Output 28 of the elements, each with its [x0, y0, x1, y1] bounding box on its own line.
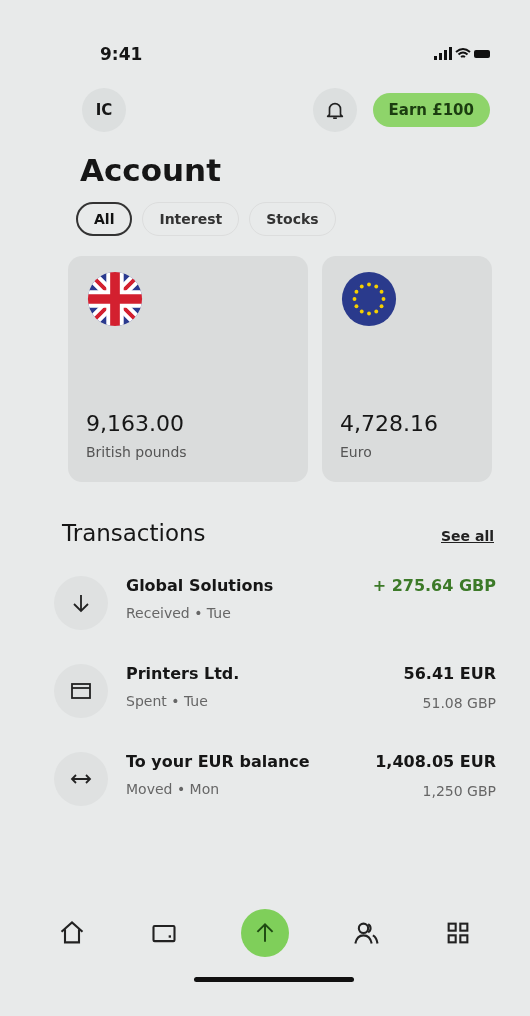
converted-amount: 1,250 GBP: [421, 783, 496, 799]
balance-card[interactable]: 9,163.00 British pounds: [68, 256, 308, 482]
flag-icon: [340, 270, 398, 328]
page-title: Account: [80, 152, 222, 188]
transaction-name: To your EUR balance: [126, 752, 311, 771]
transaction-amount: 1,408.05 EUR: [375, 752, 496, 771]
transaction-amount: + 275.64 GBP: [372, 576, 496, 595]
currency-name: Euro: [340, 444, 373, 460]
transaction-detail: Moved • Mon: [126, 781, 221, 797]
status-time: 9:41: [100, 44, 143, 64]
avatar-initials[interactable]: IC: [82, 88, 126, 132]
transaction-detail: Received • Tue: [126, 605, 232, 621]
notifications-button[interactable]: [312, 88, 357, 132]
converted-amount: 51.08 GBP: [421, 695, 496, 711]
balance-card[interactable]: 4,728.16 Euro: [322, 256, 492, 482]
section-title: Transactions: [62, 520, 206, 546]
send-button[interactable]: [241, 909, 289, 957]
filter-chip[interactable]: All: [76, 202, 133, 236]
currency-name: British pounds: [86, 444, 188, 460]
transaction-name: Printers Ltd.: [126, 664, 241, 683]
transaction-amount: 56.41 EUR: [403, 664, 496, 683]
transaction-name: Global Solutions: [126, 576, 275, 595]
transaction-detail: Spent • Tue: [126, 693, 209, 709]
earn-button[interactable]: Earn £100: [372, 93, 490, 127]
balance-amount: 4,728.16: [340, 411, 439, 436]
balance-amount: 9,163.00: [86, 411, 185, 436]
status-icons: [434, 47, 490, 61]
see-all-link[interactable]: See all: [441, 528, 494, 544]
